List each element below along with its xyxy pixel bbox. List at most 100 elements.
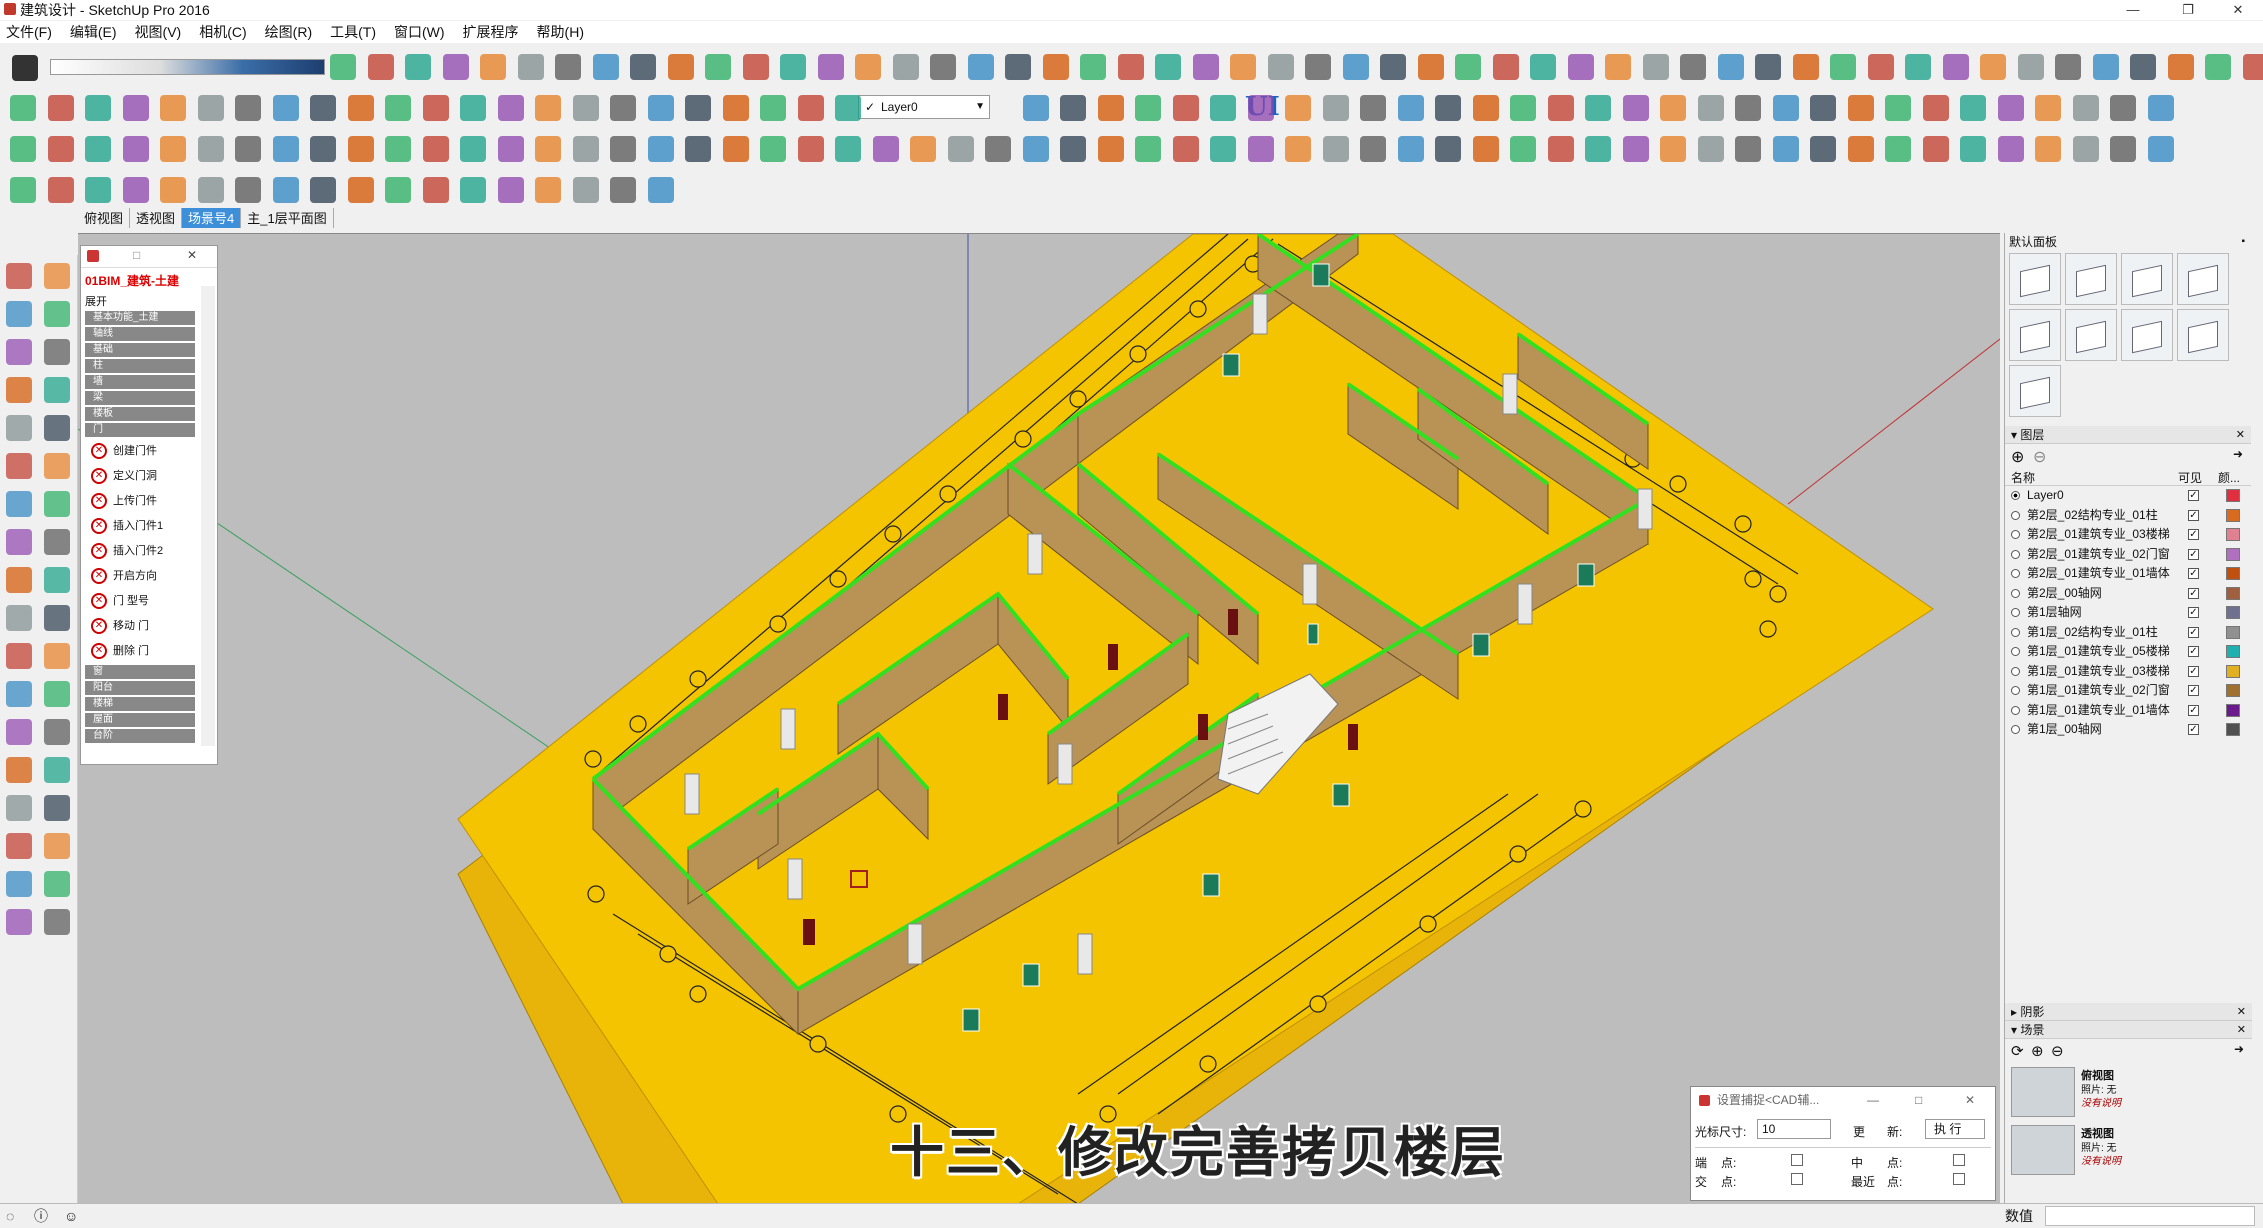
nearest-checkbox[interactable] bbox=[1953, 1173, 1965, 1185]
toolbar-tool-icon[interactable] bbox=[2035, 136, 2061, 162]
toolbar-tool-icon[interactable] bbox=[610, 95, 636, 121]
active-layer-radio[interactable] bbox=[2011, 550, 2020, 559]
scene-options-icon[interactable]: ➜ bbox=[2234, 1042, 2244, 1056]
active-layer-radio[interactable] bbox=[2011, 589, 2020, 598]
pin-icon[interactable]: ▪ bbox=[2241, 233, 2245, 251]
toolbar-tool-icon[interactable] bbox=[1285, 95, 1311, 121]
plugin-command[interactable]: ✕插入门件2 bbox=[85, 539, 213, 563]
shadows-close-icon[interactable]: ✕ bbox=[2237, 1003, 2246, 1021]
style-thumbnail[interactable] bbox=[2177, 253, 2229, 305]
menu-camera[interactable]: 相机(C) bbox=[199, 21, 246, 43]
layer-row[interactable]: 第1层轴网✓ bbox=[2005, 603, 2251, 623]
plugin-command[interactable]: ✕开启方向 bbox=[85, 564, 213, 588]
toolbar-tool-icon[interactable] bbox=[2035, 95, 2061, 121]
scene-item[interactable]: 透视图照片: 无没有说明 bbox=[2005, 1121, 2252, 1179]
intersect-checkbox[interactable] bbox=[1791, 1173, 1803, 1185]
menu-extensions[interactable]: 扩展程序 bbox=[463, 21, 519, 43]
plugin-category[interactable]: 屋面 bbox=[85, 713, 195, 727]
toolbar-tool-icon[interactable] bbox=[1680, 54, 1706, 80]
active-layer-radio[interactable] bbox=[2011, 569, 2020, 578]
plugin-category[interactable]: 轴线 bbox=[85, 327, 195, 341]
toolbar-tool-icon[interactable] bbox=[1623, 136, 1649, 162]
toolbar-tool-icon[interactable] bbox=[1623, 95, 1649, 121]
toolbar-tool-icon[interactable] bbox=[1248, 136, 1274, 162]
toolbar-tool-icon[interactable] bbox=[1830, 54, 1856, 80]
scene-item[interactable]: 俯视图照片: 无没有说明 bbox=[2005, 1063, 2252, 1121]
left-tool-icon[interactable] bbox=[6, 529, 32, 555]
style-thumbnail[interactable] bbox=[2009, 365, 2061, 417]
left-tool-icon[interactable] bbox=[6, 833, 32, 859]
toolbar-tool-icon[interactable] bbox=[573, 95, 599, 121]
toolbar-tool-icon[interactable] bbox=[1755, 54, 1781, 80]
toolbar-tool-icon[interactable] bbox=[1548, 136, 1574, 162]
toolbar-tool-icon[interactable] bbox=[1023, 136, 1049, 162]
left-tool-icon[interactable] bbox=[6, 491, 32, 517]
toolbar-tool-icon[interactable] bbox=[1960, 136, 1986, 162]
toolbar-tool-icon[interactable] bbox=[2110, 136, 2136, 162]
toolbar-tool-icon[interactable] bbox=[123, 136, 149, 162]
cad-minimize-button[interactable]: — bbox=[1867, 1087, 1879, 1113]
maximize-button[interactable]: ❐ bbox=[2165, 0, 2211, 20]
plugin-category[interactable]: 楼梯 bbox=[85, 697, 195, 711]
endpoint-checkbox[interactable] bbox=[1791, 1154, 1803, 1166]
scene-tab[interactable]: 俯视图 bbox=[78, 208, 130, 228]
toolbar-tool-icon[interactable] bbox=[1135, 136, 1161, 162]
left-tool-icon[interactable] bbox=[44, 263, 70, 289]
measurements-input[interactable] bbox=[2045, 1206, 2255, 1226]
active-layer-radio[interactable] bbox=[2011, 667, 2020, 676]
toolbar-tool-icon[interactable] bbox=[1810, 95, 1836, 121]
style-scale-slider[interactable] bbox=[50, 59, 325, 75]
toolbar-tool-icon[interactable] bbox=[610, 177, 636, 203]
toolbar-tool-icon[interactable] bbox=[1810, 136, 1836, 162]
toolbar-tool-icon[interactable] bbox=[535, 136, 561, 162]
toolbar-tool-icon[interactable] bbox=[385, 136, 411, 162]
toolbar-tool-icon[interactable] bbox=[1773, 95, 1799, 121]
toolbar-tool-icon[interactable] bbox=[1323, 95, 1349, 121]
toolbar-tool-icon[interactable] bbox=[948, 136, 974, 162]
left-tool-icon[interactable] bbox=[44, 871, 70, 897]
toolbar-tool-icon[interactable] bbox=[160, 177, 186, 203]
toolbar-tool-icon[interactable] bbox=[1698, 136, 1724, 162]
toolbar-tool-icon[interactable] bbox=[123, 177, 149, 203]
toolbar-tool-icon[interactable] bbox=[1510, 95, 1536, 121]
geo-location-icon[interactable]: ◌ bbox=[6, 1204, 14, 1228]
toolbar-tool-icon[interactable] bbox=[535, 95, 561, 121]
layer-color-swatch[interactable] bbox=[2226, 626, 2240, 639]
remove-scene-icon[interactable]: ⊖ bbox=[2051, 1042, 2064, 1060]
toolbar-tool-icon[interactable] bbox=[10, 95, 36, 121]
toolbar-tool-icon[interactable] bbox=[985, 136, 1011, 162]
toolbar-tool-icon[interactable] bbox=[593, 54, 619, 80]
toolbar-tool-icon[interactable] bbox=[48, 177, 74, 203]
left-tool-icon[interactable] bbox=[44, 833, 70, 859]
scene-tab[interactable]: 主_1层平面图 bbox=[241, 208, 333, 228]
toolbar-tool-icon[interactable] bbox=[1173, 136, 1199, 162]
layer-row[interactable]: 第1层_01建筑专业_03楼梯✓ bbox=[2005, 662, 2251, 682]
toolbar-tool-icon[interactable] bbox=[123, 95, 149, 121]
toolbar-tool-icon[interactable] bbox=[1923, 95, 1949, 121]
plugin-category[interactable]: 墙 bbox=[85, 375, 195, 389]
plugin-command[interactable]: ✕上传门件 bbox=[85, 489, 213, 513]
toolbar-tool-icon[interactable] bbox=[1493, 54, 1519, 80]
layer-color-swatch[interactable] bbox=[2226, 645, 2240, 658]
toolbar-tool-icon[interactable] bbox=[1305, 54, 1331, 80]
layer-color-swatch[interactable] bbox=[2226, 528, 2240, 541]
toolbar-tool-icon[interactable] bbox=[235, 177, 261, 203]
toolbar-tool-icon[interactable] bbox=[348, 95, 374, 121]
left-tool-icon[interactable] bbox=[44, 909, 70, 935]
toolbar-tool-icon[interactable] bbox=[760, 136, 786, 162]
layer-details-icon[interactable]: ➜ bbox=[2233, 447, 2243, 461]
delete-layer-icon[interactable]: ⊖ bbox=[2033, 447, 2046, 467]
layer-row[interactable]: 第1层_01建筑专业_02门窗✓ bbox=[2005, 681, 2251, 701]
toolbar-tool-icon[interactable] bbox=[423, 136, 449, 162]
scene-tab[interactable]: 场景号4 bbox=[182, 208, 241, 228]
toolbar-tool-icon[interactable] bbox=[648, 136, 674, 162]
layer-visible-checkbox[interactable]: ✓ bbox=[2188, 724, 2199, 735]
execute-button[interactable]: 执 行 bbox=[1925, 1119, 1985, 1139]
toolbar-tool-icon[interactable] bbox=[1848, 95, 1874, 121]
toolbar-tool-icon[interactable] bbox=[1435, 95, 1461, 121]
left-tool-icon[interactable] bbox=[44, 301, 70, 327]
left-tool-icon[interactable] bbox=[44, 491, 70, 517]
toolbar-tool-icon[interactable] bbox=[1155, 54, 1181, 80]
toolbar-tool-icon[interactable] bbox=[348, 136, 374, 162]
left-tool-icon[interactable] bbox=[6, 339, 32, 365]
